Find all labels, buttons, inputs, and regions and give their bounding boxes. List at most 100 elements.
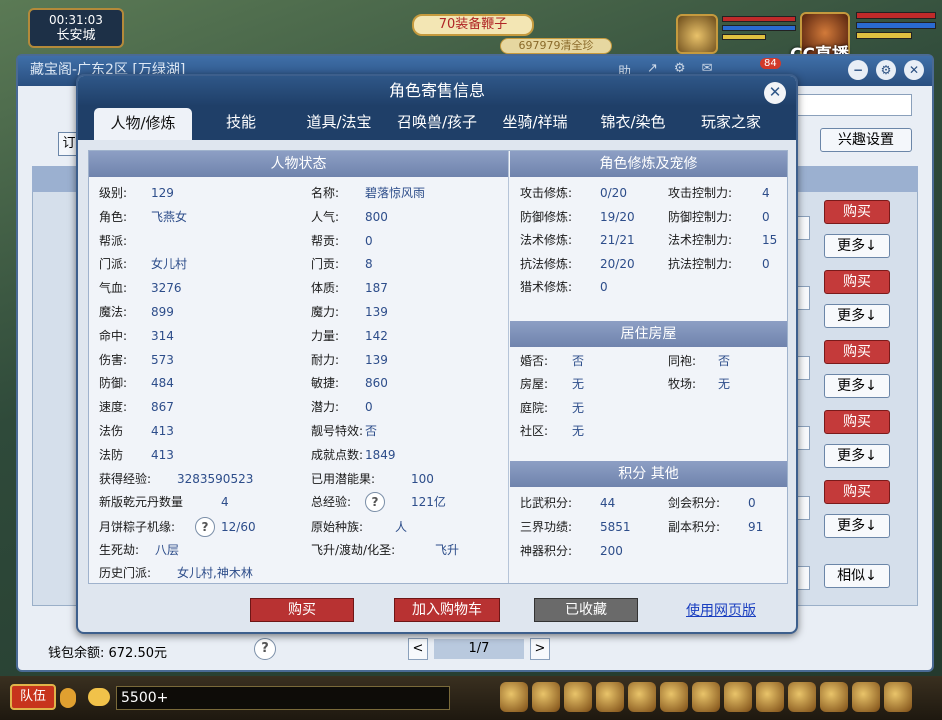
buy-button[interactable]: 购买 [250, 598, 354, 622]
stat-row: 攻击控制力: 4 [668, 183, 770, 203]
team-icon[interactable] [628, 682, 656, 712]
stat-row: 新版乾元丹数量 4 [99, 492, 229, 512]
map-icon[interactable] [788, 682, 816, 712]
stat-label: 攻击修炼: [520, 186, 573, 200]
buy-button[interactable]: 购买 [824, 410, 890, 434]
stat-label: 抗法控制力: [668, 256, 733, 271]
tab-outfits[interactable]: 锦衣/染色 [584, 106, 682, 140]
stat-value: 0 [600, 280, 608, 295]
close-icon[interactable]: ✕ [764, 82, 786, 104]
similar-button[interactable]: 相似↓ [824, 564, 890, 588]
stat-label: 牧场: [668, 377, 697, 392]
chat-bubble-icon[interactable] [88, 688, 110, 706]
more-button[interactable]: 更多↓ [824, 514, 890, 538]
buy-button[interactable]: 购买 [824, 340, 890, 364]
stat-row: 敏捷: 860 [311, 373, 388, 393]
mail-icon[interactable] [692, 682, 720, 712]
help-icon[interactable]: ? [365, 492, 385, 512]
stat-label: 同袍: [668, 354, 697, 368]
search-input[interactable] [778, 94, 912, 116]
system-icon[interactable] [852, 682, 880, 712]
more-button[interactable]: 更多↓ [824, 374, 890, 398]
stat-value: 5851 [600, 520, 631, 534]
stat-value: 413 [151, 447, 174, 462]
skill-icon[interactable] [500, 682, 528, 712]
stat-row: 名称: 碧落惊风雨 [311, 183, 425, 203]
more-button[interactable]: 更多↓ [824, 304, 890, 328]
quest-banner[interactable]: 70装备鞭子 [412, 14, 534, 36]
stat-row: 猎术修炼: 0 [520, 277, 608, 297]
bag-icon[interactable] [532, 682, 560, 712]
shop-icon[interactable] [756, 682, 784, 712]
stat-label: 三界功绩: [520, 520, 573, 534]
emote-icon[interactable] [820, 682, 848, 712]
listing-actions: 购买 更多↓ [824, 340, 894, 398]
stat-label: 生死劫: [99, 543, 140, 557]
next-page-button[interactable]: > [530, 638, 550, 660]
web-version-link[interactable]: 使用网页版 [686, 600, 756, 620]
stat-row: 神器积分: 200 [520, 541, 623, 561]
stat-row: 抗法控制力: 0 [668, 254, 770, 274]
stat-label: 法术控制力: [668, 233, 733, 248]
buy-button[interactable]: 购买 [824, 200, 890, 224]
game-bottom-bar: 队伍 5500+ [0, 676, 942, 720]
tab-home[interactable]: 玩家之家 [682, 106, 780, 140]
interest-settings-button[interactable]: 兴趣设置 [820, 128, 912, 152]
gear-icon[interactable]: ⚙ [876, 60, 896, 80]
stat-value: 否 [718, 354, 731, 368]
friend-icon[interactable] [724, 682, 752, 712]
tab-items[interactable]: 道具/法宝 [290, 106, 388, 140]
more-button[interactable]: 更多↓ [824, 234, 890, 258]
wallet-balance: 钱包余额: 672.50元 [48, 646, 167, 661]
stat-label: 比武积分: [520, 496, 573, 510]
pet-icon[interactable] [596, 682, 624, 712]
stat-value: 139 [365, 305, 388, 319]
stat-row: 帮派: [99, 231, 127, 251]
pet-avatar[interactable] [676, 14, 718, 54]
stat-value: 无 [572, 424, 585, 439]
help-icon[interactable]: ? [195, 517, 215, 537]
favorited-button[interactable]: 已收藏 [534, 598, 638, 622]
microphone-icon[interactable] [60, 688, 76, 708]
stat-value: 21/21 [600, 233, 635, 248]
stat-row: 门贡: 8 [311, 254, 373, 274]
stat-row: 体质: 187 [311, 278, 388, 298]
stat-value: 800 [365, 209, 388, 224]
menu-icon[interactable] [884, 682, 912, 712]
stat-row: 副本积分: 91 [668, 517, 763, 537]
stat-label: 命中: [99, 328, 128, 343]
stat-row: 历史门派: 女儿村,神木林 [99, 563, 253, 583]
stat-row: 靓号特效: 否 [311, 421, 377, 441]
stat-label: 婚否: [520, 354, 549, 368]
character-status-bars [856, 12, 936, 52]
stat-row: 速度: 867 [99, 397, 174, 417]
stat-value: 无 [572, 377, 585, 392]
more-button[interactable]: 更多↓ [824, 444, 890, 468]
prev-page-button[interactable]: < [408, 638, 428, 660]
tab-pets[interactable]: 召唤兽/孩子 [388, 106, 486, 140]
tab-skills[interactable]: 技能 [192, 106, 290, 140]
quest-banner-2[interactable]: 697979清全珍 [500, 38, 612, 54]
quest-icon[interactable] [564, 682, 592, 712]
tab-character[interactable]: 人物/修炼 [94, 108, 192, 140]
stat-label: 已用潜能果: [311, 472, 376, 486]
stat-value: 1849 [365, 447, 396, 462]
add-to-cart-button[interactable]: 加入购物车 [394, 598, 500, 622]
stat-row: 伤害: 573 [99, 350, 174, 370]
buy-button[interactable]: 购买 [824, 480, 890, 504]
team-button[interactable]: 队伍 [10, 684, 56, 710]
help-icon[interactable]: ? [254, 638, 276, 660]
tab-mounts[interactable]: 坐骑/祥瑞 [486, 106, 584, 140]
chat-input[interactable]: 5500+ [116, 686, 450, 710]
stat-value: 女儿村 [151, 257, 188, 272]
stat-label: 社区: [520, 424, 549, 439]
buy-button[interactable]: 购买 [824, 270, 890, 294]
guild-icon[interactable] [660, 682, 688, 712]
page-indicator: 1/7 [434, 639, 524, 659]
stat-row: 同袍: 否 [668, 351, 730, 371]
stat-value: 飞燕女 [151, 209, 188, 224]
minimize-icon[interactable]: − [848, 60, 868, 80]
stat-row: 法伤 413 [99, 421, 174, 441]
stat-value: 0 [762, 256, 770, 271]
close-icon[interactable]: ✕ [904, 60, 924, 80]
